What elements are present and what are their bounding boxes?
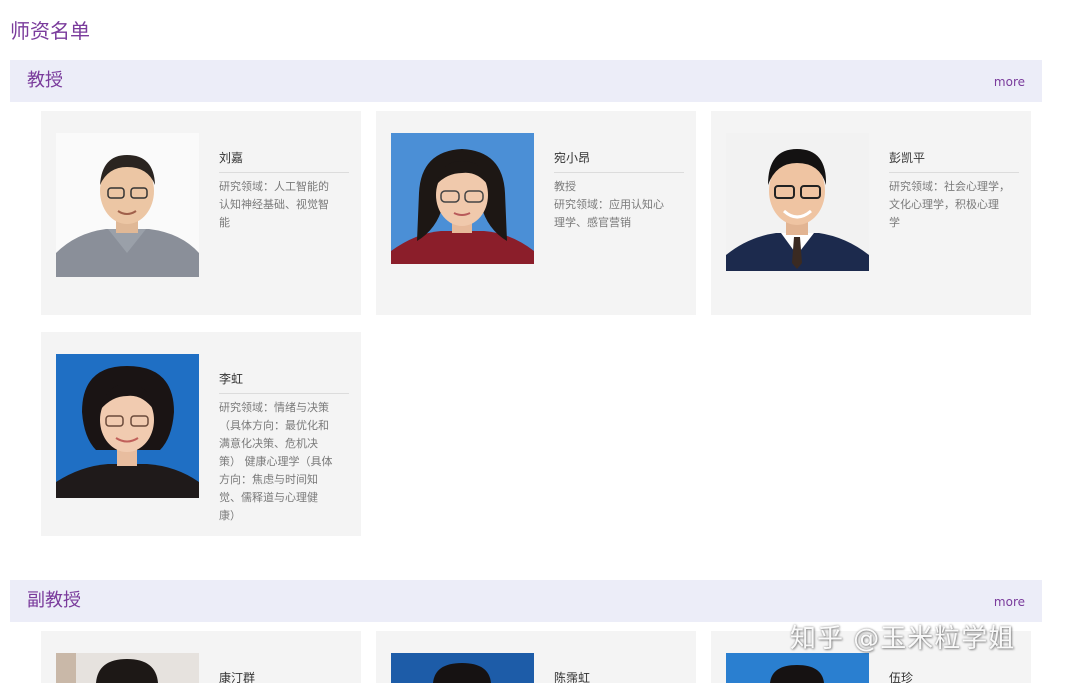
page-title: 师资名单 (10, 19, 90, 43)
faculty-name: 宛小昂 (554, 149, 684, 173)
faculty-title: 教授 (554, 180, 576, 193)
faculty-detail: 康） (219, 509, 241, 522)
faculty-name: 刘嘉 (219, 149, 349, 173)
faculty-detail: 文化心理学，积极心理 (889, 198, 999, 211)
section-title: 副教授 (27, 590, 81, 611)
faculty-photo (391, 133, 534, 264)
faculty-detail: 研究领域：情绪与决策 (219, 401, 329, 414)
faculty-detail: 认知神经基础、视觉智 (219, 198, 329, 211)
faculty-card[interactable]: 彭凯平 研究领域：社会心理学， 文化心理学，积极心理 学 (711, 111, 1031, 315)
faculty-detail: 研究领域：应用认知心 (554, 198, 664, 211)
faculty-name: 陈霈虹 (554, 669, 684, 683)
faculty-card[interactable]: 陈霈虹 (376, 631, 696, 683)
faculty-photo (56, 354, 199, 498)
faculty-photo (56, 133, 199, 277)
faculty-name: 康汀群 (219, 669, 349, 683)
section-header-professor: 教授 more (10, 60, 1042, 102)
faculty-detail: （具体方向：最优化和 (219, 419, 329, 432)
section-title: 教授 (27, 70, 63, 91)
faculty-name: 彭凯平 (889, 149, 1019, 173)
faculty-detail: 满意化决策、危机决 (219, 437, 318, 450)
faculty-photo (56, 653, 199, 683)
watermark-text: 知乎 @玉米粒学姐 (790, 624, 1016, 654)
faculty-detail: 方向：焦虑与时间知 (219, 473, 318, 486)
section-header-associate-professor: 副教授 more (10, 580, 1042, 622)
faculty-photo (726, 653, 869, 683)
faculty-detail: 策） 健康心理学（具体 (219, 455, 333, 468)
faculty-card[interactable]: 刘嘉 研究领域：人工智能的 认知神经基础、视觉智 能 (41, 111, 361, 315)
faculty-detail: 能 (219, 216, 230, 229)
faculty-card[interactable]: 宛小昂 教授 研究领域：应用认知心 理学、感官营销 (376, 111, 696, 315)
more-link[interactable]: more (994, 60, 1025, 104)
faculty-detail: 研究领域：人工智能的 (219, 180, 329, 193)
faculty-card[interactable]: 李虹 研究领域：情绪与决策 （具体方向：最优化和 满意化决策、危机决 策） 健康… (41, 332, 361, 536)
faculty-name: 李虹 (219, 370, 349, 394)
faculty-detail: 学 (889, 216, 900, 229)
faculty-photo (726, 133, 869, 271)
faculty-card[interactable]: 康汀群 (41, 631, 361, 683)
faculty-detail: 研究领域：社会心理学， (889, 180, 1010, 193)
faculty-photo (391, 653, 534, 683)
faculty-detail: 觉、儒释道与心理健 (219, 491, 318, 504)
faculty-detail: 理学、感官营销 (554, 216, 631, 229)
faculty-name: 伍珍 (889, 669, 1019, 683)
